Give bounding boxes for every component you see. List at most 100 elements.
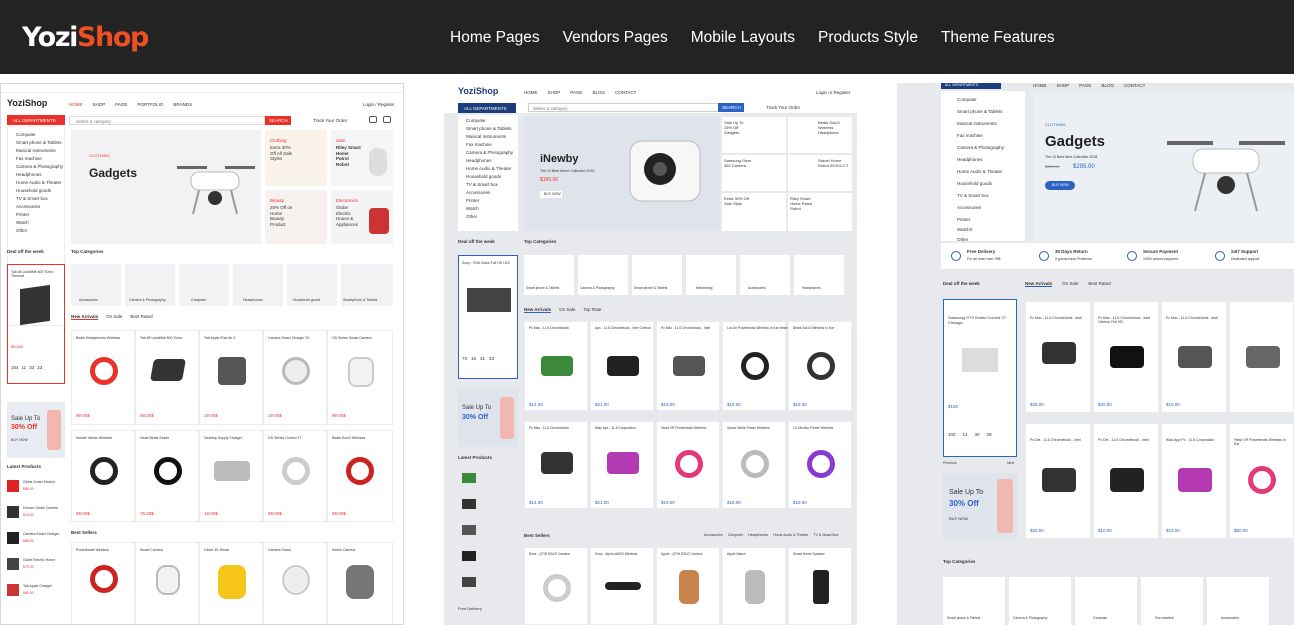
p1-promo-sale[interactable]: Sale Riley Smart Home Patrol Robot: [331, 130, 393, 186]
p2-product-card[interactable]: Pc Mac - 11.6 Chromebook - Intel $19.00: [656, 321, 720, 411]
p3-category-card[interactable]: Accessories: [1207, 577, 1269, 625]
nav-mobile-layouts[interactable]: Mobile Layouts: [691, 29, 795, 47]
p3-product-card[interactable]: Pc Mac - 11.6 Chromebook - Intel $10.00: [1161, 301, 1227, 413]
p1-track-order[interactable]: Track Your Order: [313, 118, 347, 123]
demo-preview-home-1[interactable]: YoziShop HOME SHOP PAGE PORTFOLIO BRANDS Log…: [0, 83, 404, 625]
p1-category-select[interactable]: Select a category: [76, 119, 111, 124]
p3-hero-banner[interactable]: CLOTHING Gadgets The 10 Best Next Collec…: [1033, 91, 1294, 241]
p3-sale-banner[interactable]: Sale Up To 30% Off BUY NOW: [943, 473, 1017, 539]
heart-icon[interactable]: [369, 116, 377, 123]
p2-product-card[interactable]: LG Monitor Power Wireless $19.00: [788, 421, 852, 509]
p1-best-card[interactable]: Camera Smart: [263, 542, 327, 624]
p1-side-item[interactable]: Smart phone & Tablets: [16, 140, 61, 145]
nav-home-pages[interactable]: Home Pages: [450, 29, 540, 47]
p2-menu-item[interactable]: PAGE: [570, 90, 582, 95]
tab-on-sale[interactable]: On Sale: [559, 307, 575, 313]
p3-product-card[interactable]: iMac App Pc - 11.6 Corporation $10.00: [1161, 423, 1227, 539]
p2-best-card[interactable]: Smart Home Speaker: [788, 547, 852, 625]
p1-menu-item[interactable]: PORTFOLIO: [137, 102, 163, 107]
p2-product-card[interactable]: Apx - 11.6 Chromebook - Intel Celeron $21…: [590, 321, 654, 411]
p3-product-card[interactable]: Pc Mac - 11.6 Chromebook - Intel Celeron…: [1093, 301, 1159, 413]
p1-product-card[interactable]: Tab #8 LuballMe 800 Turbo 88.00$: [135, 330, 199, 425]
p1-product-card[interactable]: DJI Series Curved 27 99.00$: [263, 430, 327, 522]
demo-preview-home-2[interactable]: YoziShop HOME SHOP PAGE BLOG CONTACT Login o…: [444, 83, 857, 625]
p2-menu-item[interactable]: CONTACT: [615, 90, 636, 95]
p1-side-item[interactable]: Printer: [16, 212, 29, 217]
p1-product-card[interactable]: Noodle Works Wireless 99.00$: [71, 430, 135, 522]
p1-product-card[interactable]: CB Series Smart Camera 99.00$: [327, 330, 393, 425]
p1-all-departments[interactable]: ALL DEPARTMENTS: [7, 115, 65, 125]
p2-track-order[interactable]: Track Your Order: [766, 105, 800, 110]
p1-product-card[interactable]: Beats Headphones Wireless 99.00$: [71, 330, 135, 425]
p1-logo[interactable]: YoziShop: [7, 98, 47, 109]
p2-hero-cta[interactable]: BUY NOW: [540, 191, 562, 198]
p1-product-card[interactable]: Camera Smart Charger 2X 19.00$: [263, 330, 327, 425]
p1-side-item[interactable]: Other: [16, 228, 27, 233]
p2-best-card[interactable]: Sony - Alpha a6000 Wireless: [590, 547, 654, 625]
p1-search-button[interactable]: SEARCH: [265, 116, 291, 125]
p1-category-card[interactable]: Camera & Photography: [125, 264, 175, 306]
p1-side-item[interactable]: Fax machine: [16, 156, 42, 161]
p2-deal-card[interactable]: Sony - RX6 Class Full HD LED 73 16 31 33: [458, 255, 518, 379]
p1-product-card[interactable]: Desktop Supply Charger 19.00$: [199, 430, 263, 522]
p2-login[interactable]: Login or Register: [816, 90, 850, 95]
p3-category-card[interactable]: Camera & Photography: [1009, 577, 1071, 625]
p1-promo-beauty[interactable]: Beauty 20% Off on Home Beauty Product: [265, 190, 327, 244]
p1-best-card[interactable]: Powerbeats Wireless: [71, 542, 135, 624]
p3-category-card[interactable]: Fax machine: [1141, 577, 1203, 625]
tab-on-sale[interactable]: On Sale: [106, 314, 122, 320]
p2-category-card[interactable]: Headphones: [794, 255, 844, 295]
p1-side-item[interactable]: Musical instruments: [16, 148, 56, 153]
p1-side-item[interactable]: Household goods: [16, 188, 51, 193]
demo-preview-home-3[interactable]: ALL DEPARTMENTS HOME SHOP PAGE BLOG CONTACT …: [897, 83, 1294, 625]
p2-menu-item[interactable]: SHOP: [548, 90, 561, 95]
p1-category-card[interactable]: Accessories: [71, 264, 121, 306]
p3-product-card[interactable]: Pc Del - 11.6 Chromebook - Intel $10.00: [1093, 423, 1159, 539]
cart-icon[interactable]: [383, 116, 391, 123]
p2-menu-item[interactable]: HOME: [524, 90, 538, 95]
nav-theme-features[interactable]: Theme Features: [941, 29, 1055, 47]
tab-top-rate[interactable]: Top Rate: [583, 307, 601, 313]
tab-on-sale[interactable]: On Sale: [1062, 281, 1078, 287]
p1-side-item[interactable]: Home Audio & Theater: [16, 180, 61, 185]
p1-promo-clothing[interactable]: Clothing Extra 30% Off All Sale Styles: [265, 130, 327, 186]
p1-category-card[interactable]: Household goods: [287, 264, 337, 306]
tab-new-arrivals[interactable]: New Arrivals: [524, 307, 552, 313]
p2-hero-banner[interactable]: iNewby The 10 Best Home Collection 2018 …: [524, 117, 720, 231]
p1-side-item[interactable]: TV & Smart box: [16, 196, 48, 201]
p2-product-card[interactable]: Space White Power Wireless $19.00: [722, 421, 786, 509]
p1-search-input[interactable]: Select a category: [69, 116, 265, 125]
p2-category-card[interactable]: Smart phone & Tablets: [632, 255, 682, 295]
p1-best-card[interactable]: Series Camera: [327, 542, 393, 624]
p1-side-item[interactable]: Headphones: [16, 172, 42, 177]
p1-category-card[interactable]: Smartphone & Tablets: [341, 264, 393, 306]
p3-product-card[interactable]: Pc Del - 11.6 Chromebook - Intel $20.00: [1025, 423, 1091, 539]
p1-product-card[interactable]: Head Beats Studio 75.00$: [135, 430, 199, 522]
p2-search-input[interactable]: Select a category: [528, 103, 720, 112]
tab-new-arrivals[interactable]: New Arrivals: [1025, 281, 1053, 287]
p1-product-card[interactable]: Tab Apple iPad Air 2 19.00$: [199, 330, 263, 425]
p2-promo-card[interactable]: Sale Up To 25% Off Gadgets: [722, 117, 786, 153]
tab-best-rated[interactable]: Best Rated: [1088, 281, 1110, 287]
p2-best-card[interactable]: Apple Watch: [722, 547, 786, 625]
p2-product-card[interactable]: iMac Apx - 11.6 Corporation $21.00: [590, 421, 654, 509]
p2-category-card[interactable]: Networking: [686, 255, 736, 295]
p1-menu-item[interactable]: PAGE: [115, 102, 127, 107]
p2-product-card[interactable]: Pc Mac - 11.6 Chromebook $14.00: [524, 421, 588, 509]
p3-deal-card[interactable]: Samsung GT5 Series Curved 27 Chicago $10…: [943, 299, 1017, 457]
p3-product-card[interactable]: [1229, 301, 1294, 413]
p2-promo-card[interactable]: Beats Solo3 Wireless Headphone: [788, 117, 852, 153]
p1-best-card[interactable]: Globe 3D Smart: [199, 542, 263, 624]
p3-category-card[interactable]: Computer: [1075, 577, 1137, 625]
p2-category-card[interactable]: Camera & Photography: [578, 255, 628, 295]
p3-prev[interactable]: Previous: [943, 461, 957, 465]
p3-hero-cta[interactable]: BUY NOW: [1045, 181, 1075, 190]
p3-next[interactable]: Next: [1007, 461, 1014, 465]
p2-best-card[interactable]: Apple - QTW DSLR Camera: [656, 547, 720, 625]
p1-deal-card[interactable]: Tab #8 LuballMe 800 Turbo Thermal $9,000…: [7, 264, 65, 384]
nav-products-style[interactable]: Products Style: [818, 29, 918, 47]
p1-login[interactable]: Login / Register: [363, 102, 395, 107]
p1-side-item[interactable]: Camera & Photography: [16, 164, 63, 169]
p3-product-card[interactable]: Head VR Powerbeats Wireless In Ear $50.00: [1229, 423, 1294, 539]
p1-product-card[interactable]: Beats Solo3 Wireless 99.00$: [327, 430, 393, 522]
